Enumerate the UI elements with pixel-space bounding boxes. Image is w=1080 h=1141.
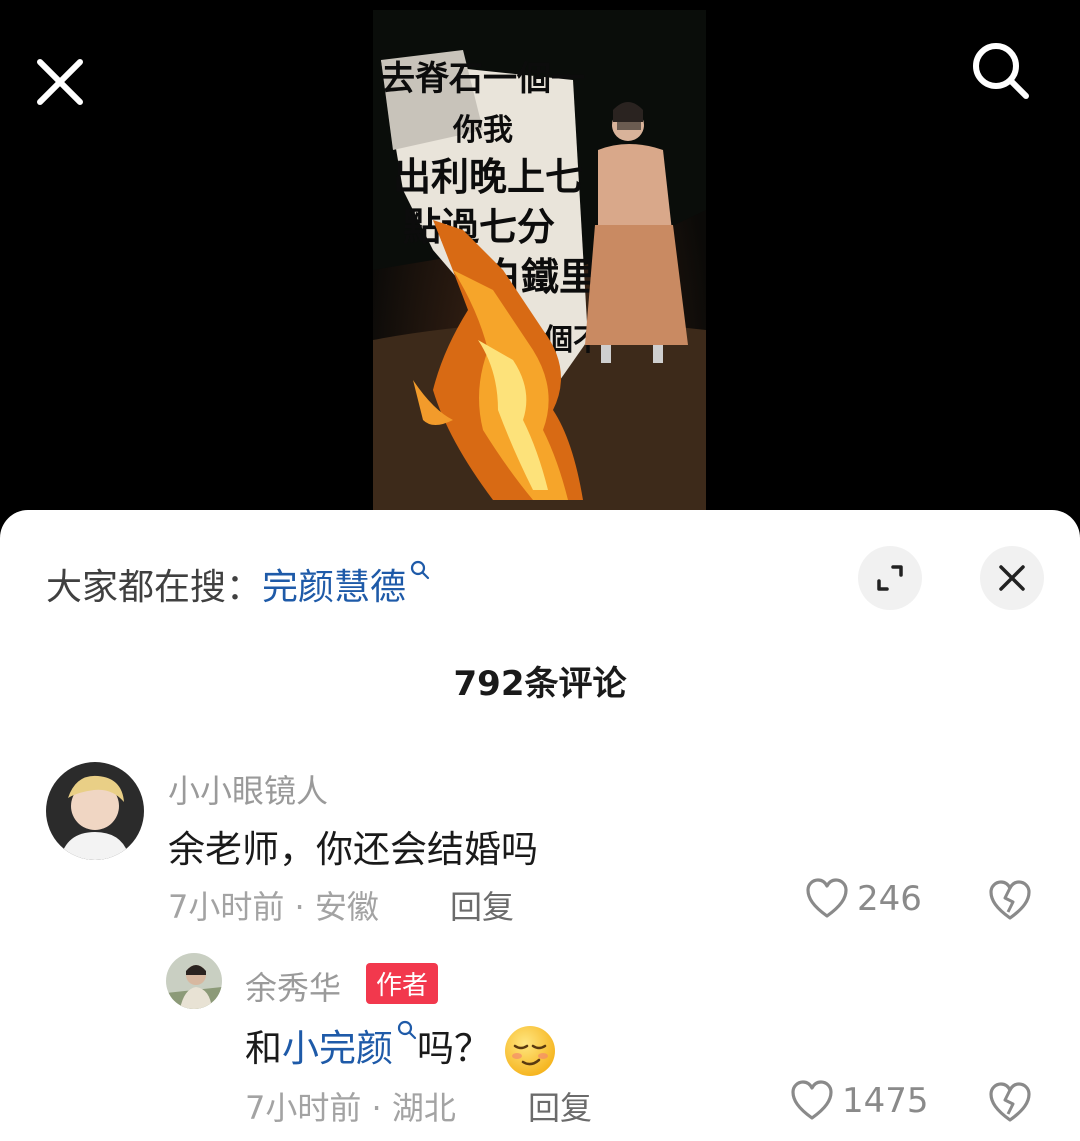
close-icon xyxy=(37,59,83,105)
search-icon xyxy=(397,1020,417,1040)
trending-keyword-link[interactable]: 完颜慧德 xyxy=(262,567,406,608)
close-video-button[interactable] xyxy=(30,52,90,112)
close-icon xyxy=(999,565,1025,591)
reply-text-before: 和 xyxy=(245,1027,282,1070)
broken-heart-icon xyxy=(989,1082,1031,1122)
like-button[interactable]: 1475 xyxy=(790,1080,929,1122)
video-area[interactable]: 去脊石一個一 你我 出利晚上七 點過七分 白鐵里 個不 xyxy=(0,0,1080,540)
video-scene: 去脊石一個一 你我 出利晚上七 點過七分 白鐵里 個不 xyxy=(373,10,706,510)
heart-icon xyxy=(806,878,848,918)
search-icon xyxy=(973,43,1029,99)
comment-text: 余老师，你还会结婚吗 xyxy=(168,828,538,871)
video-frame[interactable]: 去脊石一個一 你我 出利晚上七 點過七分 白鐵里 個不 xyxy=(373,10,706,510)
reply-button[interactable]: 回复 xyxy=(450,882,514,928)
heart-icon xyxy=(791,1080,833,1120)
broken-heart-icon xyxy=(989,880,1031,920)
author-badge: 作者 xyxy=(366,963,439,1004)
close-comments-button[interactable] xyxy=(980,546,1044,610)
like-button[interactable]: 246 xyxy=(805,878,922,920)
search-icon xyxy=(410,560,430,580)
expand-button[interactable] xyxy=(858,546,922,610)
dislike-button[interactable] xyxy=(988,1082,1032,1128)
trending-prefix: 大家都在搜： xyxy=(46,567,263,608)
reply-username[interactable]: 余秀华 xyxy=(245,963,341,1009)
user-avatar-image xyxy=(46,762,144,860)
comment-username[interactable]: 小小眼镜人 xyxy=(168,766,328,812)
banner-line: 出利晚上七 xyxy=(393,154,583,199)
banner-line: 點過七分 xyxy=(403,204,555,249)
reply-meta: 7小时前 · 湖北 xyxy=(245,1089,456,1127)
avatar[interactable] xyxy=(46,762,144,860)
smug-face-emoji xyxy=(505,1025,555,1076)
reply-button[interactable]: 回复 xyxy=(528,1083,592,1129)
comment-count: 792条评论 xyxy=(453,664,627,704)
search-button[interactable] xyxy=(966,40,1036,100)
reply-text-after: 吗？ xyxy=(417,1027,491,1070)
like-count: 1475 xyxy=(842,1081,929,1121)
avatar[interactable] xyxy=(166,953,222,1009)
banner-line: 你我 xyxy=(452,113,513,148)
comment-sheet: 大家都在搜：完颜慧德 792条评论 小小眼镜人 余老师，你还会结婚吗 7小时前 … xyxy=(0,510,1080,1141)
dislike-button[interactable] xyxy=(988,880,1032,926)
comment-meta: 7小时前 · 安徽 xyxy=(168,888,379,926)
trending-search[interactable]: 大家都在搜：完颜慧德 xyxy=(46,558,430,610)
reply-keyword-link[interactable]: 小完颜 xyxy=(282,1027,393,1070)
banner-line: 去脊石一個一 xyxy=(381,59,585,99)
author-avatar-image xyxy=(166,953,222,1009)
reply-text: 和小完颜 吗？ xyxy=(245,1018,557,1078)
like-count: 246 xyxy=(857,879,922,919)
expand-icon xyxy=(877,565,903,591)
